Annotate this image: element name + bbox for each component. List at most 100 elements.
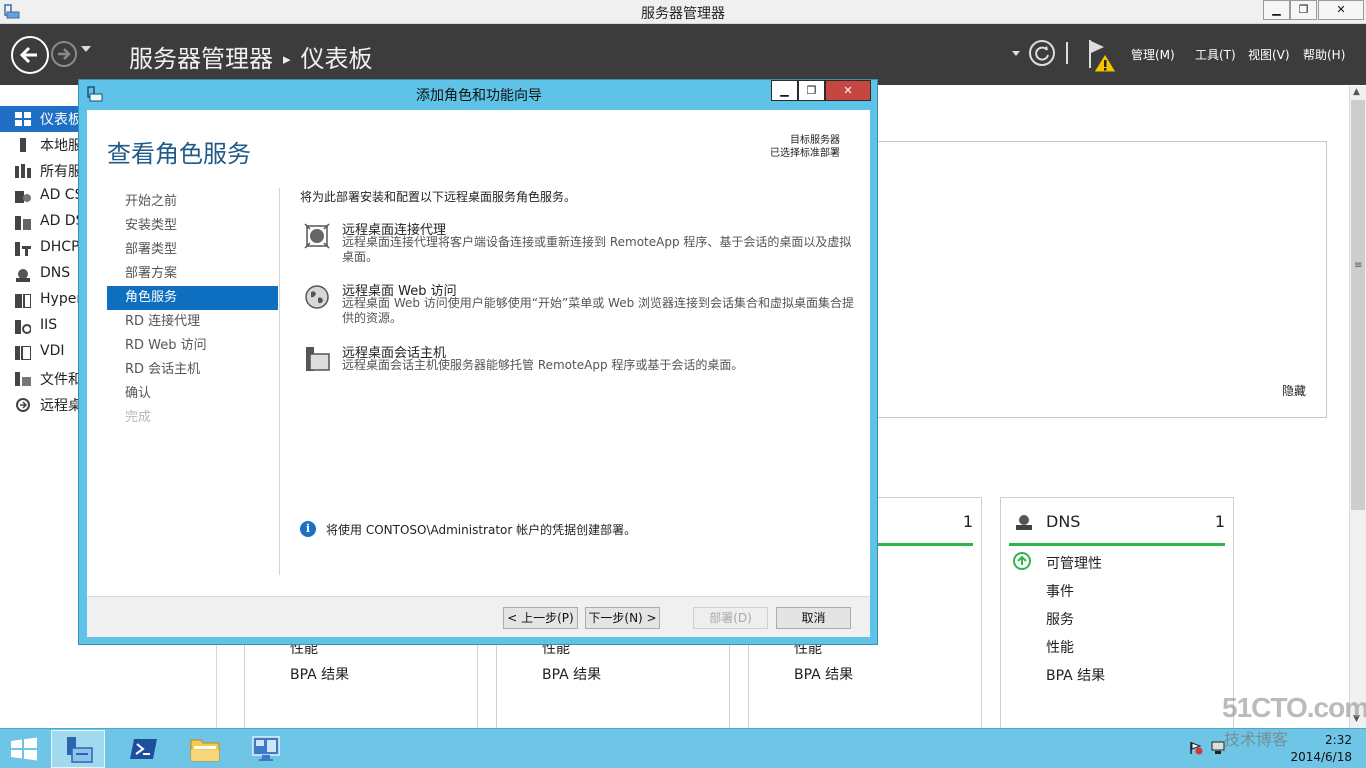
nav-item-iis[interactable]: IIS (0, 314, 80, 340)
breadcrumb-root[interactable]: 服务器管理器 (129, 45, 273, 73)
taskbar-server-manager[interactable] (51, 730, 105, 768)
step-installation-type[interactable]: 安装类型 (107, 214, 278, 238)
info-icon: i (300, 521, 316, 537)
previous-button[interactable]: < 上一步(P) (503, 607, 578, 629)
step-deployment-scenario[interactable]: 部署方案 (107, 262, 278, 286)
nav-item-dns[interactable]: DNS (0, 262, 80, 288)
windows-start-icon[interactable] (10, 737, 38, 761)
refresh-button[interactable] (1029, 40, 1055, 66)
back-button[interactable] (11, 36, 49, 74)
tile-line-bpa[interactable]: BPA 结果 (1046, 665, 1105, 685)
dhcp-icon (15, 242, 31, 256)
scroll-grip-icon: ≡ (1354, 260, 1363, 271)
tile-line-manageability[interactable]: 可管理性 (1046, 553, 1102, 573)
dns-icon (1016, 515, 1032, 530)
server-manager-app-icon (67, 737, 93, 763)
nav-item-label: AD DS (40, 213, 80, 229)
welcome-panel (874, 141, 1327, 418)
hyper-v-icon (15, 294, 31, 308)
nav-border (216, 645, 217, 728)
menu-manage[interactable]: 管理(M) (1131, 46, 1175, 63)
tile-count: 1 (1214, 512, 1225, 531)
action-center-flag-icon[interactable] (1189, 741, 1203, 755)
nav-item-ad-ds[interactable]: AD DS (0, 210, 80, 236)
network-icon[interactable] (1211, 741, 1225, 755)
menu-view[interactable]: 视图(V) (1248, 46, 1290, 63)
cancel-button[interactable]: 取消 (776, 607, 851, 629)
taskbar-powershell[interactable] (117, 730, 171, 768)
hide-welcome-link[interactable]: 隐藏 (1282, 382, 1306, 399)
wizard-maximize-button[interactable]: ❐ (798, 80, 825, 101)
tile-line-bpa[interactable]: BPA 结果 (290, 664, 349, 684)
nav-item-all-servers[interactable]: 所有服 (0, 158, 80, 184)
tile-line-services[interactable]: 服务 (1046, 609, 1074, 629)
step-confirmation[interactable]: 确认 (107, 382, 278, 406)
nav-item-dashboard[interactable]: 仪表板 (0, 106, 80, 132)
nav-item-label: DNS (40, 265, 71, 281)
intro-text: 将为此部署安装和配置以下远程桌面服务角色服务。 (300, 190, 577, 204)
vertical-scrollbar[interactable]: ▲ ≡ ▼ (1349, 86, 1366, 728)
status-ok-icon (1013, 552, 1031, 570)
window-titlebar: 服务器管理器 ▁ ❐ ✕ (0, 0, 1366, 24)
scroll-up-icon[interactable]: ▲ (1353, 87, 1360, 97)
tile-line-bpa[interactable]: BPA 结果 (542, 664, 601, 684)
tile-line-bpa[interactable]: BPA 结果 (794, 664, 853, 684)
forward-button[interactable] (51, 41, 77, 67)
scrollbar-thumb[interactable]: ≡ (1351, 100, 1365, 510)
maximize-button[interactable]: ❐ (1290, 0, 1317, 20)
taskbar: 2:32 2014/6/18 (0, 728, 1366, 768)
nav-item-local-server[interactable]: 本地服 (0, 132, 80, 158)
wizard-minimize-button[interactable]: ▁ (771, 80, 798, 101)
next-button[interactable]: 下一步(N) > (585, 607, 660, 629)
step-rd-session-host[interactable]: RD 会话主机 (107, 358, 278, 382)
taskbar-file-explorer[interactable] (178, 730, 232, 768)
notifications-flag-icon[interactable] (1086, 38, 1120, 74)
forward-arrow-icon (58, 48, 71, 60)
nav-item-remote-desktop[interactable]: 远程桌 (0, 392, 80, 418)
wizard-body: 查看角色服务 目标服务器 已选择标准部署 开始之前 安装类型 部署类型 部署方案… (87, 110, 870, 637)
step-rd-connection-broker[interactable]: RD 连接代理 (107, 310, 278, 334)
step-deployment-type[interactable]: 部署类型 (107, 238, 278, 262)
menu-help[interactable]: 帮助(H) (1303, 46, 1345, 63)
nav-item-ad-cs[interactable]: AD CS (0, 184, 80, 210)
tile-line-performance[interactable]: 性能 (1046, 637, 1074, 657)
credentials-info-text: 将使用 CONTOSO\Administrator 帐户的凭据创建部署。 (326, 523, 637, 537)
clock-date[interactable]: 2014/6/18 (1290, 750, 1352, 764)
back-arrow-icon (19, 46, 37, 64)
tile-line-events[interactable]: 事件 (1046, 581, 1074, 601)
minimize-button[interactable]: ▁ (1263, 0, 1290, 20)
history-dropdown-icon[interactable] (81, 46, 91, 52)
service-description: 远程桌面连接代理将客户端设备连接或重新连接到 RemoteApp 程序、基于会话… (342, 235, 852, 264)
target-server-label: 目标服务器 (790, 135, 840, 146)
wizard-title: 添加角色和功能向导 (416, 88, 542, 104)
window-title: 服务器管理器 (641, 6, 725, 22)
tile-count: 1 (962, 512, 973, 531)
watermark-subtitle: 技术博客 (1224, 730, 1289, 749)
taskbar-remote-desktop[interactable] (239, 730, 293, 768)
nav-item-hyper-v[interactable]: Hyper (0, 288, 80, 314)
remote-desktop-icon (16, 398, 30, 412)
menu-tools[interactable]: 工具(T) (1195, 46, 1236, 63)
step-rd-web-access[interactable]: RD Web 访问 (107, 334, 278, 358)
clock-time[interactable]: 2:32 (1296, 733, 1352, 747)
service-description: 远程桌面会话主机使服务器能够托管 RemoteApp 程序或基于会话的桌面。 (342, 358, 744, 372)
close-button[interactable]: ✕ (1318, 0, 1364, 20)
dns-tile[interactable]: DNS 1 可管理性 事件 服务 性能 BPA 结果 (1000, 497, 1234, 737)
refresh-dropdown-icon[interactable] (1012, 51, 1020, 56)
steps-divider (279, 188, 280, 575)
step-before-you-begin[interactable]: 开始之前 (107, 190, 278, 214)
header-bar: 服务器管理器 ▸ 仪表板 管理(M) 工具(T) 视图(V) 帮助(H) (0, 24, 1366, 85)
nav-item-dhcp[interactable]: DHCP (0, 236, 80, 262)
dns-icon (16, 269, 30, 282)
nav-item-vdi[interactable]: VDI (0, 340, 80, 366)
remote-desktop-connection-icon (252, 736, 280, 761)
nav-item-label: IIS (40, 317, 58, 333)
connection-broker-icon (304, 223, 330, 249)
session-host-icon (306, 347, 330, 371)
watermark-logo: 51CTO.com (1222, 692, 1366, 723)
step-role-services[interactable]: 角色服务 (107, 286, 278, 310)
nav-item-file-services[interactable]: 文件和 (0, 366, 80, 392)
nav-item-label: Hyper (40, 291, 80, 307)
wizard-close-button[interactable]: ✕ (825, 80, 871, 101)
breadcrumb-separator-icon: ▸ (283, 50, 291, 68)
